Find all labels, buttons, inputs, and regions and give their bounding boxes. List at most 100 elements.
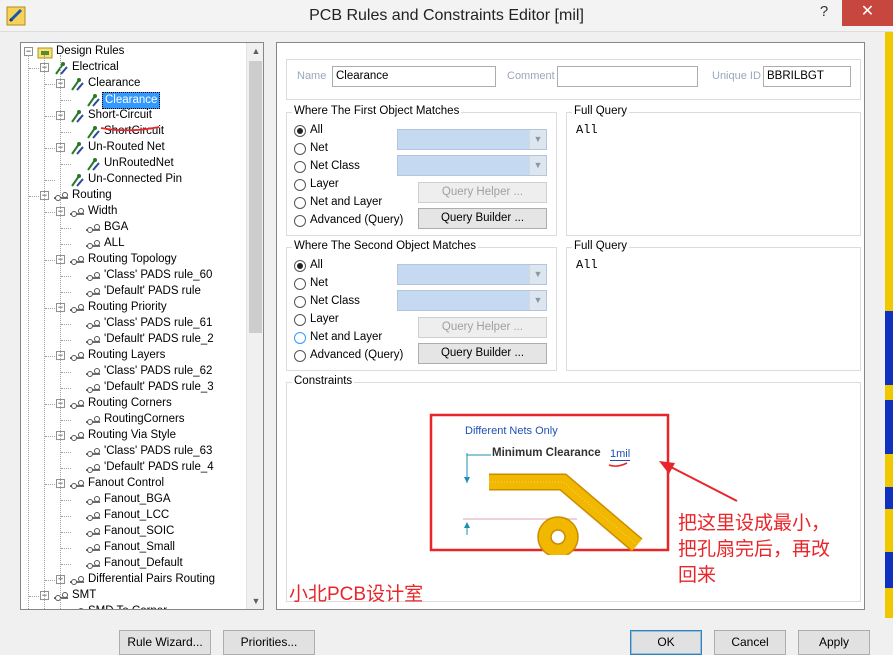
first-match-title: Where The First Object Matches [292, 105, 462, 117]
first-radio-label[interactable]: All [310, 124, 323, 136]
tree-item[interactable]: + Differential Pairs Routing [21, 572, 245, 588]
first-radio-layer[interactable] [294, 179, 306, 191]
first-radio-advanced-query[interactable] [294, 215, 306, 227]
tree-item[interactable]: Fanout_SOIC [21, 524, 245, 540]
first-radio-net-class[interactable] [294, 161, 306, 173]
tree-item-label: Differential Pairs Routing [88, 573, 215, 585]
tree-item[interactable]: − Un-Routed Net [21, 140, 245, 156]
tree-item[interactable]: − Design Rules [21, 44, 245, 60]
second-netclass-combo[interactable]: ▼ [397, 290, 547, 311]
tree-item[interactable]: 'Class' PADS rule_61 [21, 316, 245, 332]
tree-item[interactable]: Fanout_Small [21, 540, 245, 556]
second-radio-all[interactable] [294, 260, 306, 272]
unique-id-input[interactable]: BBRILBGT [763, 66, 851, 87]
tree-item[interactable]: BGA [21, 220, 245, 236]
chevron-down-icon: ▼ [529, 130, 546, 149]
first-net-combo[interactable]: ▼ [397, 129, 547, 150]
tree-item[interactable]: Clearance [21, 92, 245, 109]
tree-item[interactable]: − Clearance [21, 76, 245, 92]
name-input[interactable]: Clearance [332, 66, 496, 87]
tree-item-label: Routing Priority [88, 301, 167, 313]
second-radio-layer[interactable] [294, 314, 306, 326]
help-button[interactable]: ? [806, 0, 842, 26]
tree-item-label: SMT [72, 589, 97, 601]
second-radio-net[interactable] [294, 278, 306, 290]
tree-item[interactable]: SMD To Corner [21, 604, 245, 609]
routing-rule-icon [86, 416, 100, 425]
first-radio-label[interactable]: Layer [310, 178, 339, 190]
second-radio-label[interactable]: Advanced (Query) [310, 349, 403, 361]
second-radio-label[interactable]: Net [310, 277, 328, 289]
first-radio-label[interactable]: Net [310, 142, 328, 154]
scroll-up-arrow-icon[interactable]: ▲ [247, 43, 263, 59]
tree-item-label: 'Default' PADS rule [104, 285, 201, 297]
second-full-query-text[interactable]: All [576, 258, 598, 272]
second-query-builder-button[interactable]: Query Builder ... [418, 343, 547, 364]
second-net-combo[interactable]: ▼ [397, 264, 547, 285]
tree-item[interactable]: 'Class' PADS rule_62 [21, 364, 245, 380]
close-button[interactable]: ✕ [842, 0, 893, 26]
tree-item[interactable]: 'Default' PADS rule [21, 284, 245, 300]
apply-button[interactable]: Apply [798, 630, 870, 655]
second-radio-label[interactable]: Net Class [310, 295, 360, 307]
routing-rule-icon [86, 272, 100, 281]
dialog-footer: Rule Wizard... Priorities... OK Cancel A… [0, 618, 893, 655]
second-radio-advanced-query[interactable] [294, 350, 306, 362]
comment-input[interactable] [557, 66, 698, 87]
tree-item[interactable]: ALL [21, 236, 245, 252]
tree-item[interactable]: − Routing Layers [21, 348, 245, 364]
second-radio-net-and-layer[interactable] [294, 332, 306, 344]
second-radio-label[interactable]: All [310, 259, 323, 271]
routing-rule-icon [86, 384, 100, 393]
electrical-icon [55, 62, 68, 75]
tree-item[interactable]: − Width [21, 204, 245, 220]
tree-item[interactable]: Fanout_LCC [21, 508, 245, 524]
tree-item[interactable]: Fanout_Default [21, 556, 245, 572]
second-radio-label[interactable]: Net and Layer [310, 331, 382, 343]
second-radio-net-class[interactable] [294, 296, 306, 308]
tree-item[interactable]: − Routing Corners [21, 396, 245, 412]
second-query-helper-button[interactable]: Query Helper ... [418, 317, 547, 338]
first-netclass-combo[interactable]: ▼ [397, 155, 547, 176]
tree-item[interactable]: UnRoutedNet [21, 156, 245, 172]
tree-item[interactable]: Fanout_BGA [21, 492, 245, 508]
second-radio-label[interactable]: Layer [310, 313, 339, 325]
tree-item-label: Routing [72, 189, 112, 201]
tree-item-label: Clearance [88, 77, 141, 89]
ok-button[interactable]: OK [630, 630, 702, 655]
priorities-button[interactable]: Priorities... [223, 630, 315, 655]
tree-item[interactable]: − Fanout Control [21, 476, 245, 492]
first-query-helper-button[interactable]: Query Helper ... [418, 182, 547, 203]
tree-item-label: 'Default' PADS rule_4 [104, 461, 214, 473]
first-full-query-text[interactable]: All [576, 123, 598, 137]
tree-item[interactable]: RoutingCorners [21, 412, 245, 428]
scroll-down-arrow-icon[interactable]: ▼ [247, 593, 263, 609]
first-radio-label[interactable]: Net and Layer [310, 196, 382, 208]
tree-item[interactable]: 'Default' PADS rule_4 [21, 460, 245, 476]
routing-rule-icon [86, 368, 100, 377]
tree-item[interactable]: 'Default' PADS rule_3 [21, 380, 245, 396]
tree-item[interactable]: − Routing Priority [21, 300, 245, 316]
tree-item[interactable]: Un-Connected Pin [21, 172, 245, 188]
tree-item[interactable]: − Routing Via Style [21, 428, 245, 444]
rule-wizard-button[interactable]: Rule Wizard... [119, 630, 211, 655]
first-radio-label[interactable]: Net Class [310, 160, 360, 172]
tree-item[interactable]: − Routing [21, 188, 245, 204]
tree-item[interactable]: − Routing Topology [21, 252, 245, 268]
first-radio-label[interactable]: Advanced (Query) [310, 214, 403, 226]
scroll-thumb[interactable] [249, 61, 262, 333]
cancel-button[interactable]: Cancel [714, 630, 786, 655]
first-query-builder-button[interactable]: Query Builder ... [418, 208, 547, 229]
tree-item[interactable]: 'Default' PADS rule_2 [21, 332, 245, 348]
first-radio-net-and-layer[interactable] [294, 197, 306, 209]
first-radio-net[interactable] [294, 143, 306, 155]
tree-item[interactable]: − SMT [21, 588, 245, 604]
tree-item[interactable]: 'Class' PADS rule_60 [21, 268, 245, 284]
tree-item[interactable]: − Electrical [21, 60, 245, 76]
min-clearance-value[interactable]: 1mil [610, 448, 631, 461]
net-scope-label[interactable]: Different Nets Only [465, 425, 558, 437]
tree-item[interactable]: 'Class' PADS rule_63 [21, 444, 245, 460]
first-radio-all[interactable] [294, 125, 306, 137]
tree-scrollbar[interactable]: ▲ ▼ [246, 43, 263, 609]
tree-item[interactable]: − Short-Circuit [21, 108, 245, 124]
